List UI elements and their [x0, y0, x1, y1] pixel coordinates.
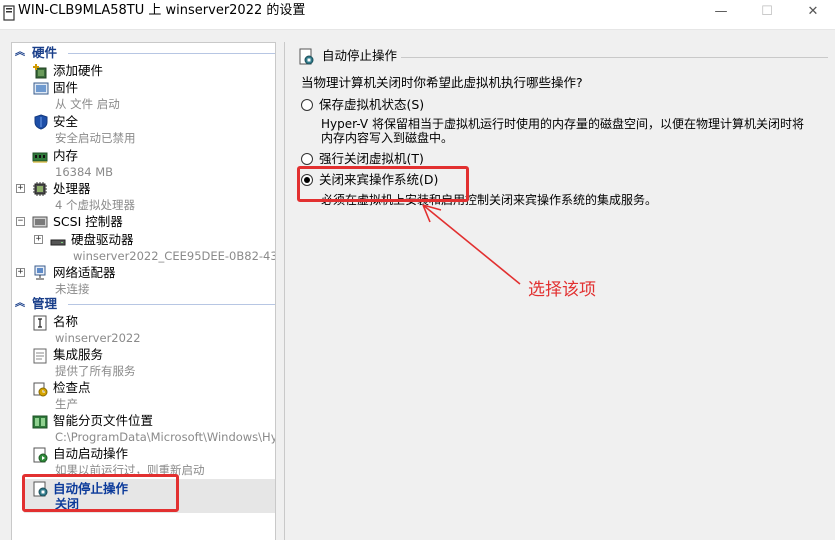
- sidebar-item-label: 名称: [53, 314, 79, 329]
- scsi-controller-icon: [32, 216, 48, 228]
- shield-icon: [34, 114, 48, 130]
- expand-icon[interactable]: +: [16, 268, 25, 277]
- sidebar-item-label: 自动停止操作: [53, 481, 129, 496]
- radio-label: 保存虚拟机状态(S): [319, 97, 425, 112]
- checkpoint-icon: [33, 382, 48, 397]
- sidebar-item-detail: winserver2022_CEE95DEE-0B82-4350...: [73, 249, 276, 263]
- divider: [401, 57, 828, 58]
- option-description: 必须在虚拟机上安装和启用控制关闭来宾操作系统的集成服务。: [321, 193, 658, 207]
- network-adapter-icon: [34, 265, 46, 280]
- radio-label: 强行关闭虚拟机(T): [319, 151, 424, 166]
- sidebar-item-name[interactable]: 名称 winserver2022: [12, 314, 275, 348]
- sidebar-item-detail: winserver2022: [55, 331, 141, 345]
- firmware-icon: [33, 82, 49, 95]
- collapse-chevron-icon[interactable]: ︽: [15, 45, 25, 61]
- annotation-label: 选择该项: [528, 280, 596, 300]
- sidebar-item-detail: 安全启动已禁用: [55, 131, 136, 145]
- automatic-stop-icon: [299, 48, 314, 65]
- hardware-header-label: 硬件: [32, 45, 58, 60]
- divider: [68, 53, 275, 54]
- sidebar-item-detail: 如果以前运行过，则重新启动: [55, 463, 205, 477]
- divider: [68, 304, 275, 305]
- integration-services-icon: [33, 348, 47, 364]
- smart-paging-icon: [32, 415, 48, 429]
- sidebar-item-processor[interactable]: + 处理器 4 个虚拟处理器: [12, 181, 275, 215]
- window-title: WIN-CLB9MLA58TU 上 winserver2022 的设置: [18, 3, 306, 18]
- sidebar-item-automatic-start[interactable]: 自动启动操作 如果以前运行过，则重新启动: [12, 446, 275, 480]
- sidebar-item-label: 内存: [53, 148, 79, 163]
- minimize-button[interactable]: —: [698, 0, 744, 22]
- sidebar-item-label: 网络适配器: [53, 265, 116, 280]
- sidebar-item-label: 固件: [53, 80, 79, 95]
- sidebar-item-label: 检查点: [53, 380, 91, 395]
- expand-icon[interactable]: +: [34, 235, 43, 244]
- sidebar-item-detail: 提供了所有服务: [55, 364, 136, 378]
- sidebar-item-label: 自动启动操作: [53, 446, 129, 461]
- sidebar-item-detail: 关闭: [55, 497, 80, 511]
- sidebar-item-detail: 4 个虚拟处理器: [55, 198, 135, 212]
- settings-navigation: ︽ 硬件 添加硬件 固件 从 文件 启动 安全 安全启动已禁用 内存 16384…: [11, 42, 276, 540]
- management-header-label: 管理: [32, 296, 58, 311]
- sidebar-item-add-hardware[interactable]: 添加硬件: [12, 63, 275, 79]
- maximize-button[interactable]: ☐: [744, 0, 790, 22]
- hard-drive-icon: [50, 239, 66, 246]
- sidebar-item-detail: C:\ProgramData\Microsoft\Windows\Hyper-V: [55, 430, 276, 444]
- sidebar-item-detail: 16384 MB: [55, 165, 114, 179]
- sidebar-item-checkpoints[interactable]: 检查点 生产: [12, 380, 275, 414]
- pane-splitter[interactable]: [276, 42, 284, 540]
- sidebar-item-network-adapter[interactable]: + 网络适配器 未连接: [12, 265, 275, 299]
- sidebar-item-label: 安全: [53, 114, 79, 129]
- radio-label: 关闭来宾操作系统(D): [319, 172, 439, 187]
- sidebar-item-hard-drive[interactable]: + 硬盘驱动器 winserver2022_CEE95DEE-0B82-4350…: [12, 232, 275, 266]
- sidebar-item-firmware[interactable]: 固件 从 文件 启动: [12, 80, 275, 114]
- sidebar-item-automatic-stop[interactable]: 自动停止操作 关闭: [24, 479, 275, 513]
- sidebar-item-label: 硬盘驱动器: [71, 232, 134, 247]
- radio-button[interactable]: [301, 153, 313, 165]
- collapse-icon[interactable]: −: [16, 217, 25, 226]
- sidebar-item-scsi-controller[interactable]: − SCSI 控制器: [12, 214, 275, 230]
- name-icon: [33, 315, 47, 331]
- sidebar-item-label: 集成服务: [53, 347, 104, 362]
- collapse-chevron-icon[interactable]: ︽: [15, 296, 25, 312]
- sidebar-item-detail: 未连接: [55, 282, 90, 296]
- close-button[interactable]: ✕: [790, 0, 835, 22]
- question-text: 当物理计算机关闭时你希望此虚拟机执行哪些操作?: [301, 75, 583, 90]
- sidebar-item-security[interactable]: 安全 安全启动已禁用: [12, 114, 275, 148]
- sidebar-item-detail: 生产: [55, 397, 78, 411]
- sidebar-item-memory[interactable]: 内存 16384 MB: [12, 148, 275, 182]
- panel-title: 自动停止操作: [322, 48, 398, 63]
- settings-app-icon: [3, 5, 15, 21]
- sidebar-item-integration-services[interactable]: 集成服务 提供了所有服务: [12, 347, 275, 381]
- sidebar-item-label: SCSI 控制器: [53, 214, 123, 229]
- expand-icon[interactable]: +: [16, 184, 25, 193]
- radio-button[interactable]: [301, 174, 313, 186]
- option-description: Hyper-V 将保留相当于虚拟机运行时使用的内存量的磁盘空间，以便在物理计算机…: [321, 117, 804, 145]
- memory-icon: [32, 152, 48, 163]
- radio-button[interactable]: [301, 99, 313, 111]
- add-hardware-icon: [33, 64, 47, 79]
- processor-icon: [33, 182, 47, 196]
- automatic-stop-icon: [33, 481, 48, 497]
- automatic-start-icon: [33, 447, 48, 463]
- title-bar: WIN-CLB9MLA58TU 上 winserver2022 的设置 — ☐ …: [0, 0, 835, 30]
- sidebar-item-smart-paging[interactable]: 智能分页文件位置 C:\ProgramData\Microsoft\Window…: [12, 413, 275, 447]
- sidebar-item-label: 添加硬件: [53, 63, 104, 78]
- sidebar-item-detail: 从 文件 启动: [55, 97, 120, 111]
- sidebar-item-label: 处理器: [53, 181, 91, 196]
- sidebar-item-label: 智能分页文件位置: [53, 413, 154, 428]
